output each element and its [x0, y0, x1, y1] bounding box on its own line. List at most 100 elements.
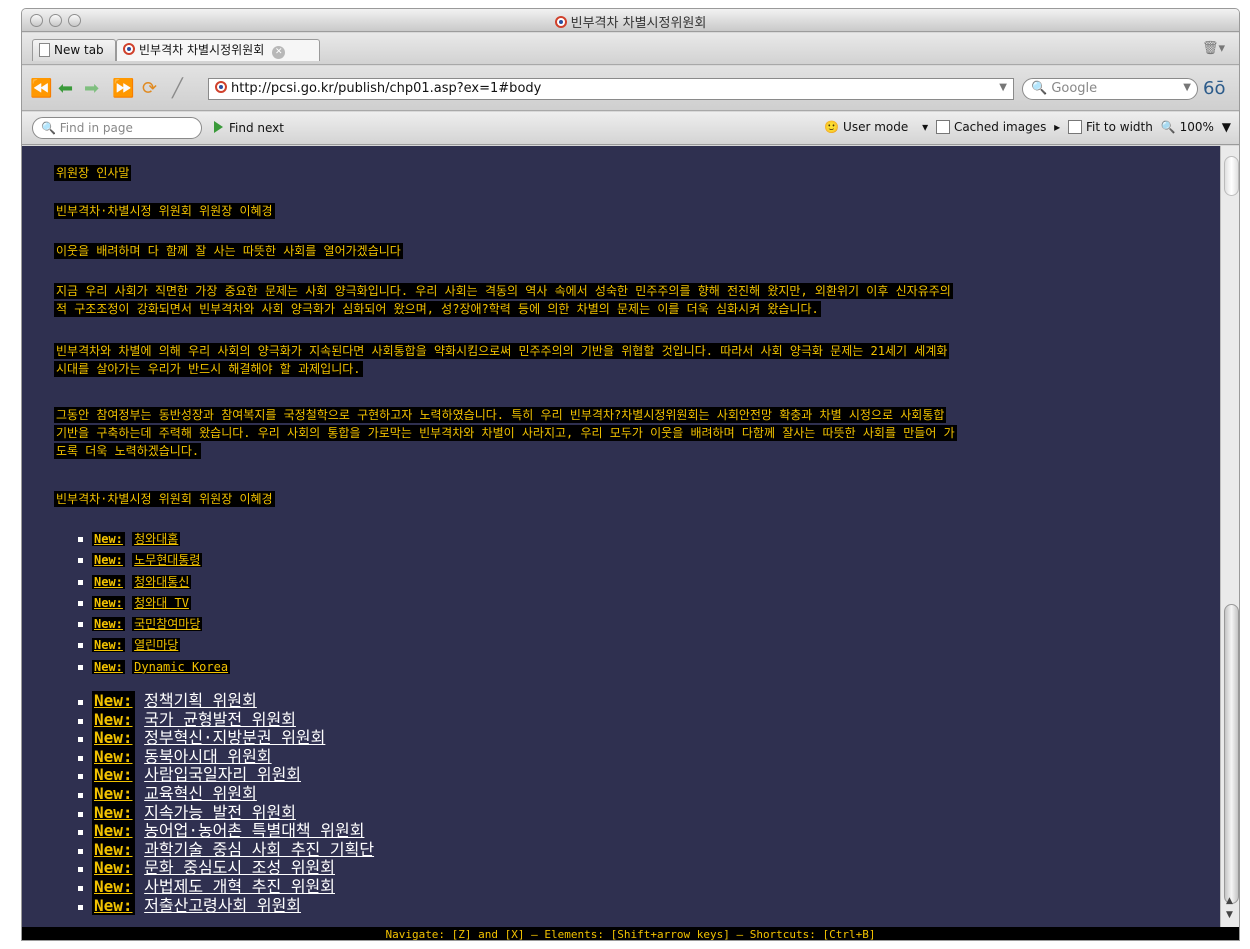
- paragraph-2: 빈부격차와 차별에 의해 우리 사회의 양극화가 지속된다면 사회통합을 약화시…: [54, 342, 1210, 378]
- committee-link[interactable]: 과학기술 중심 사회 추진 기획단: [144, 840, 374, 859]
- list-item: New: 동북아시대 위원회: [77, 746, 374, 767]
- browser-window: 빈부격차 차별시정위원회 New tab 빈부격차 차별시정위원회 ✕ 🗑▾ ⏪ …: [21, 8, 1240, 941]
- chevron-down-icon[interactable]: ▼: [1222, 120, 1231, 134]
- scroll-down-icon[interactable]: ▼: [1226, 910, 1233, 920]
- committee-link[interactable]: 사람입국일자리 위원회: [144, 765, 301, 784]
- committee-link[interactable]: 문화 중심도시 조성 위원회: [144, 858, 335, 877]
- trash-icon[interactable]: 🗑▾: [1202, 41, 1225, 56]
- chairman-text: 빈부격차·차별시정 위원회 위원장 이혜경: [54, 203, 275, 219]
- new-tag: New:: [92, 783, 135, 803]
- signature-text: 빈부격차·차별시정 위원회 위원장 이혜경: [54, 491, 275, 507]
- link-dynamic-korea[interactable]: Dynamic Korea: [132, 659, 231, 674]
- list-item: New: 문화 중심도시 조성 위원회: [77, 858, 374, 878]
- vertical-scrollbar[interactable]: ▲ ▼: [1220, 146, 1239, 927]
- search-input[interactable]: 🔍 Google ▼: [1022, 78, 1198, 100]
- paragraph-line: 빈부격차와 차별에 의해 우리 사회의 양극화가 지속된다면 사회통합을 약화시…: [54, 343, 950, 359]
- committee-link[interactable]: 농어업·농어촌 특별대책 위원회: [144, 821, 364, 840]
- chairman-line: 빈부격차·차별시정 위원회 위원장 이혜경: [54, 202, 1210, 220]
- list-item: New: 열린마당: [77, 636, 230, 657]
- link-tv[interactable]: 청와대 TV: [132, 595, 191, 610]
- rewind-icon[interactable]: ⏪: [30, 79, 52, 99]
- back-button[interactable]: ⬅: [58, 79, 73, 99]
- tab-label: 빈부격차 차별시정위원회: [139, 43, 265, 57]
- scrollbar-top-cap: [1224, 156, 1239, 196]
- link-newsletter[interactable]: 청와대통신: [132, 574, 192, 589]
- chevron-right-icon[interactable]: ▸: [1054, 120, 1060, 134]
- cached-images-button[interactable]: Cached images: [954, 120, 1046, 134]
- list-item: New: 정책기획 위원회: [77, 691, 374, 711]
- list-item: New: 국가 균형발전 위원회: [77, 709, 374, 730]
- find-bar: 🔍 Find in page Find next 🙂 User mode ▾ Ca…: [22, 112, 1239, 145]
- tab-active[interactable]: 빈부격차 차별시정위원회 ✕: [116, 39, 320, 61]
- new-tag: New:: [92, 638, 125, 653]
- new-tag: New:: [92, 746, 135, 766]
- scroll-up-icon[interactable]: ▲: [1226, 896, 1233, 906]
- scrollbar-thumb[interactable]: [1224, 604, 1239, 904]
- site-favicon-icon: [123, 43, 135, 55]
- committee-link[interactable]: 저출산고령사회 위원회: [144, 896, 301, 915]
- list-item: New: 청와대 TV: [77, 594, 230, 615]
- committee-link[interactable]: 동북아시대 위원회: [144, 747, 271, 766]
- link-cheongwadae-home[interactable]: 청와대홈: [132, 532, 181, 546]
- new-tag: New:: [92, 858, 135, 878]
- slogan-text: 이웃을 배려하며 다 함께 잘 사는 따뜻한 사회를 열어가겠습니다: [54, 243, 403, 259]
- page-content: 위원장 인사말 빈부격차·차별시정 위원회 위원장 이혜경 이웃을 배려하며 다…: [22, 146, 1220, 927]
- list-item: New: 과학기술 중심 사회 추진 기획단: [77, 839, 374, 860]
- new-tag: New:: [92, 659, 125, 674]
- find-next-label: Find next: [229, 121, 284, 135]
- new-tag: New:: [92, 876, 135, 896]
- new-tag: New:: [92, 617, 125, 632]
- list-item: New: 저출산고령사회 위원회: [77, 895, 374, 916]
- link-open-forum[interactable]: 열린마당: [132, 638, 181, 653]
- address-field[interactable]: http://pcsi.go.kr/publish/chp01.asp?ex=1…: [208, 78, 1014, 100]
- chevron-down-icon[interactable]: ▼: [1183, 82, 1191, 93]
- find-next-button[interactable]: Find next: [214, 121, 284, 135]
- window-title: 빈부격차 차별시정위원회: [570, 16, 707, 31]
- committee-link[interactable]: 사법제도 개혁 추진 위원회: [144, 877, 335, 896]
- fit-to-width-button[interactable]: Fit to width: [1086, 120, 1153, 134]
- new-tag: New:: [92, 895, 135, 915]
- paragraph-3: 그동안 참여정부는 동반성장과 참여복지를 국정철학으로 구현하고자 노력하였습…: [54, 406, 1210, 460]
- list-item: New: 사람입국일자리 위원회: [77, 765, 374, 785]
- new-tag: New:: [92, 574, 125, 589]
- chevron-down-icon[interactable]: ▼: [999, 82, 1007, 93]
- committee-link[interactable]: 교육혁신 위원회: [144, 784, 257, 803]
- committee-link[interactable]: 정부혁신·지방분권 위원회: [144, 728, 325, 747]
- committee-links-list: New: 정책기획 위원회 New: 국가 균형발전 위원회 New: 정부혁신…: [77, 691, 374, 916]
- list-item: New: 노무현대통령: [77, 551, 230, 572]
- forward-button[interactable]: ➡: [84, 79, 99, 99]
- glasses-icon[interactable]: 6ō: [1203, 78, 1225, 99]
- paragraph-line: 기반을 구축하는데 주력해 왔습니다. 우리 사회의 통합을 가로막는 빈부격차…: [54, 425, 957, 441]
- tab-new-tab[interactable]: New tab: [32, 39, 116, 61]
- image-icon: [935, 120, 950, 134]
- link-president[interactable]: 노무현대통령: [132, 553, 203, 568]
- site-favicon-icon: [554, 16, 567, 28]
- committee-link[interactable]: 국가 균형발전 위원회: [144, 710, 296, 729]
- chevron-down-icon[interactable]: ▾: [922, 120, 928, 134]
- fast-forward-icon[interactable]: ⏩: [112, 79, 134, 99]
- list-item: New: 교육혁신 위원회: [77, 783, 374, 804]
- committee-link[interactable]: 지속가능 발전 위원회: [144, 803, 296, 822]
- list-item: New: Dynamic Korea: [77, 658, 231, 679]
- committee-link[interactable]: 정책기획 위원회: [144, 691, 257, 710]
- page-heading: 위원장 인사말: [54, 164, 1210, 182]
- zoom-icon: 🔍: [1160, 120, 1176, 134]
- list-item: New: 사법제도 개혁 추진 위원회: [77, 876, 374, 897]
- window-title-area: 빈부격차 차별시정위원회: [22, 12, 1239, 31]
- tab-bar: New tab 빈부격차 차별시정위원회 ✕ 🗑▾: [22, 33, 1239, 65]
- paragraph-line: 시대를 살아가는 우리가 반드시 해결해야 할 과제입니다.: [54, 361, 363, 377]
- page-icon: [1068, 120, 1083, 134]
- find-in-page-input[interactable]: 🔍 Find in page: [32, 117, 202, 139]
- user-mode-button[interactable]: User mode: [843, 120, 908, 134]
- wand-icon[interactable]: ╱: [172, 79, 183, 99]
- new-tag: New:: [92, 709, 135, 729]
- search-icon: 🔍: [1031, 81, 1048, 96]
- zoom-level[interactable]: 100%: [1180, 120, 1214, 134]
- reload-button[interactable]: ⟳: [142, 79, 157, 99]
- new-tag: New:: [92, 691, 135, 710]
- close-tab-icon[interactable]: ✕: [272, 46, 286, 59]
- link-participation[interactable]: 국민참여마당: [132, 617, 203, 632]
- list-item: New: 국민참여마당: [77, 615, 230, 636]
- status-bar: Navigate: [Z] and [X] — Elements: [Shift…: [22, 927, 1239, 940]
- list-item: New: 지속가능 발전 위원회: [77, 802, 374, 823]
